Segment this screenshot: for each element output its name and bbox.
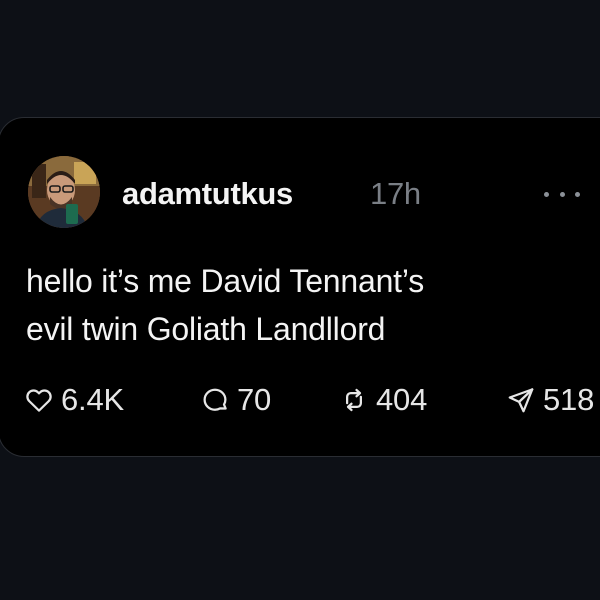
author-username[interactable]: adamtutkus bbox=[122, 176, 293, 212]
send-icon bbox=[508, 388, 534, 413]
post-timestamp: 17h bbox=[370, 176, 421, 211]
more-dot-icon bbox=[559, 191, 565, 197]
repost-button[interactable]: 404 bbox=[339, 382, 427, 418]
heart-icon bbox=[26, 389, 52, 412]
more-dot-icon bbox=[544, 191, 549, 197]
post-body: hello it’s me David Tennant’s evil twin … bbox=[26, 257, 586, 353]
avatar[interactable] bbox=[28, 156, 100, 228]
share-button[interactable]: 518 bbox=[506, 382, 594, 418]
post-card: adamtutkus 17h hello it’s me David Tenna… bbox=[0, 117, 600, 457]
comment-icon bbox=[203, 388, 227, 411]
more-dot-icon bbox=[575, 191, 580, 197]
more-options-button[interactable] bbox=[544, 184, 580, 204]
repost-icon bbox=[346, 388, 362, 412]
avatar-photo bbox=[28, 156, 100, 228]
reply-button[interactable]: 70 bbox=[200, 382, 271, 418]
share-count: 518 bbox=[543, 382, 595, 417]
screenshot-background: adamtutkus 17h hello it’s me David Tenna… bbox=[0, 0, 600, 600]
reply-count: 70 bbox=[237, 382, 272, 417]
post-text-line: hello it’s me David Tennant’s bbox=[26, 263, 424, 299]
like-button[interactable]: 6.4K bbox=[24, 382, 124, 418]
post-text-line: evil twin Goliath Landllord bbox=[26, 311, 386, 347]
like-count: 6.4K bbox=[61, 382, 124, 417]
repost-count: 404 bbox=[376, 382, 428, 417]
